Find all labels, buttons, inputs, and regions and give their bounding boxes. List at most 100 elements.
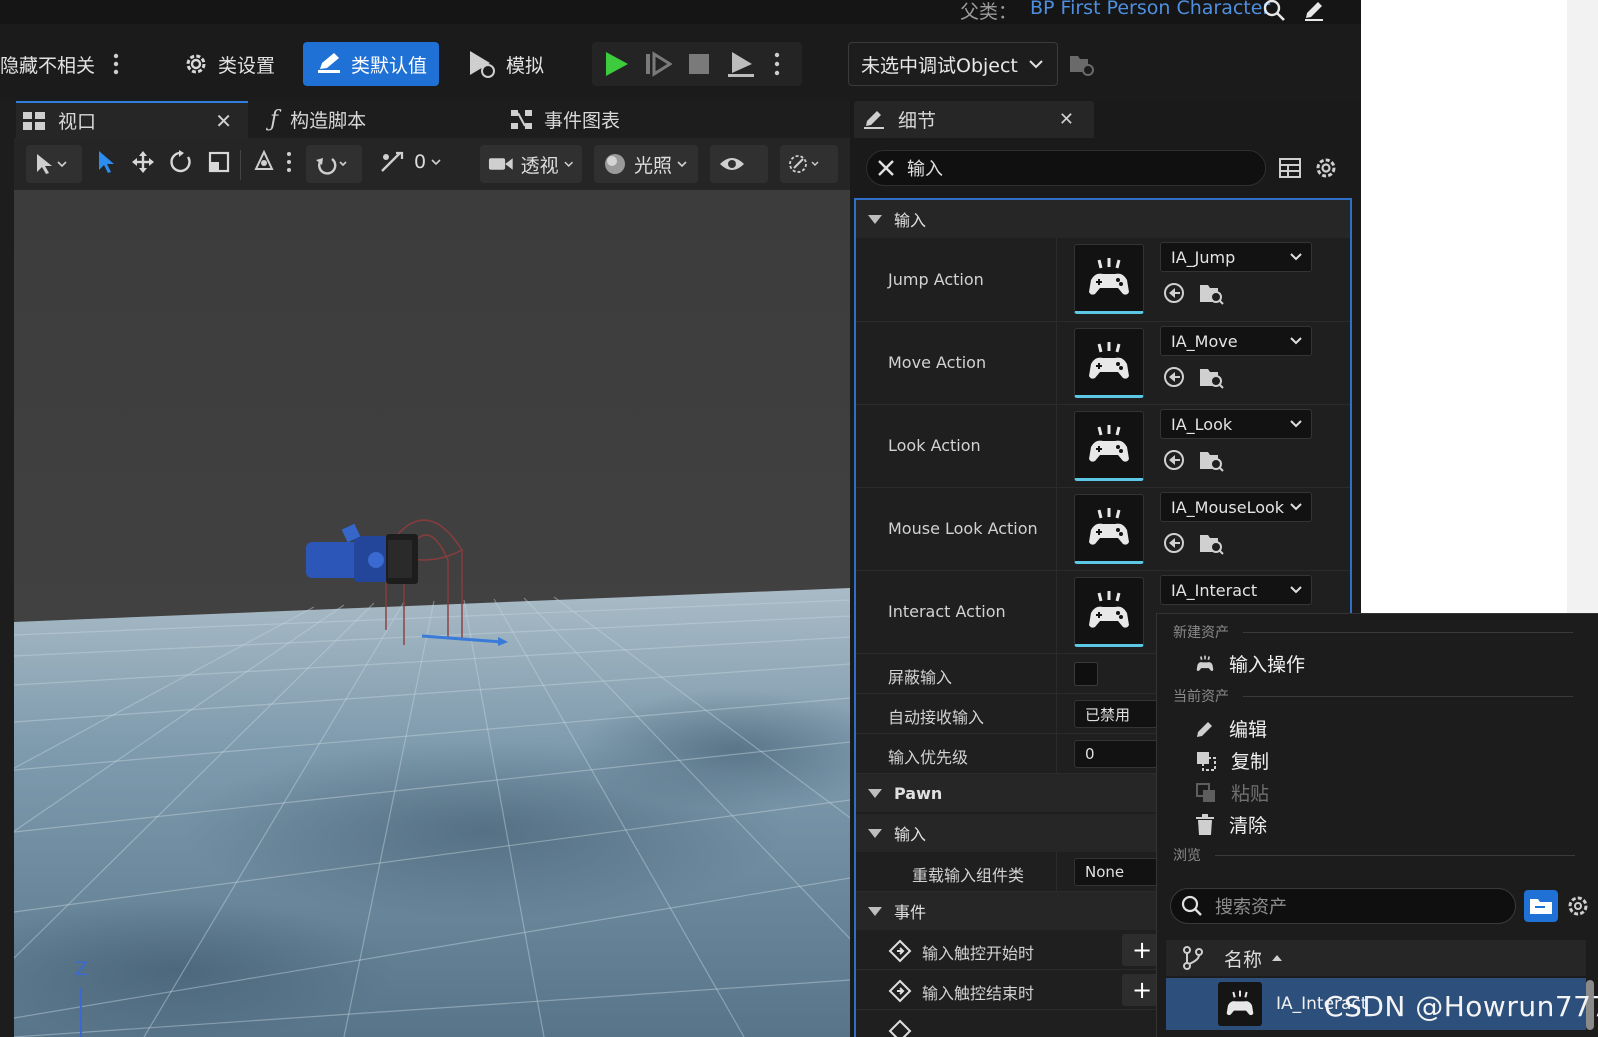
asset-picker-dropdown[interactable]: IA_Move (1160, 326, 1312, 356)
source-control-icon[interactable] (1182, 945, 1204, 971)
asset-picker-value: IA_Look (1171, 414, 1233, 434)
input-action-thumbnail[interactable] (1074, 328, 1144, 398)
block-input-checkbox[interactable] (1074, 662, 1098, 686)
browse-asset-icon[interactable] (1198, 364, 1224, 390)
tab-event-graph[interactable]: 事件图表 (510, 101, 620, 138)
simulate-button[interactable]: 模拟 (466, 42, 544, 86)
sort-ascending-icon (1272, 955, 1283, 961)
parent-class-label: 父类： (960, 1, 1018, 23)
clear-search-icon[interactable] (877, 159, 895, 177)
select-arrow-icon[interactable] (94, 148, 118, 176)
rotation-snap-dropdown[interactable] (306, 145, 362, 183)
section-input[interactable]: 输入 (856, 200, 1350, 238)
column-name-header[interactable]: 名称 (1224, 945, 1262, 972)
menu-item-clear[interactable]: 清除 (1195, 811, 1267, 838)
tab-construction-script[interactable]: ƒ 构造脚本 (270, 101, 366, 138)
edit-icon (1197, 721, 1212, 737)
show-flags-dropdown[interactable] (710, 145, 768, 183)
view-mode-dropdown[interactable]: 透视 (480, 145, 582, 183)
lighting-mode-dropdown[interactable]: 光照 (594, 145, 698, 183)
play-options-icon[interactable] (774, 52, 780, 76)
search-icon[interactable] (1262, 0, 1286, 22)
table-view-icon[interactable] (1278, 156, 1302, 180)
select-mode-dropdown[interactable] (26, 145, 82, 183)
hide-unrelated-button[interactable]: 隐藏不相关 (0, 42, 127, 86)
gear-icon (186, 54, 206, 74)
input-priority-field[interactable]: 0 (1074, 740, 1164, 768)
event-diamond-icon (888, 1019, 912, 1037)
z-axis-label: Z (75, 958, 89, 980)
viewport-3d-scene[interactable]: Z (14, 190, 850, 1037)
debug-browse-icon[interactable] (1068, 52, 1096, 78)
property-label: Interact Action (888, 602, 1006, 621)
scale-snap-value: 0 (414, 151, 427, 173)
menu-item-paste[interactable]: 粘贴 (1195, 779, 1269, 806)
input-action-thumbnail[interactable] (1074, 577, 1144, 647)
simulate-label: 模拟 (506, 54, 545, 77)
eject-icon[interactable] (726, 49, 756, 79)
auto-receive-input-dropdown[interactable]: 已禁用 (1074, 700, 1164, 728)
close-icon[interactable]: ✕ (215, 109, 232, 133)
menu-item-edit[interactable]: 编辑 (1195, 715, 1267, 742)
move-icon[interactable] (130, 149, 156, 175)
asset-picker-value: IA_MouseLook (1171, 497, 1285, 517)
tab-event-graph-label: 事件图表 (544, 110, 621, 132)
override-input-component-dropdown[interactable]: None (1074, 858, 1164, 886)
close-icon[interactable]: ✕ (1059, 109, 1074, 130)
settings-gear-icon[interactable] (1313, 155, 1339, 181)
section-input-label: 输入 (894, 211, 927, 230)
lighting-mode-label: 光照 (634, 154, 673, 177)
input-action-thumbnail[interactable] (1074, 411, 1144, 481)
input-action-thumbnail[interactable] (1074, 244, 1144, 314)
use-selected-asset-icon[interactable] (1162, 530, 1186, 556)
class-settings-button[interactable]: 类设置 (182, 42, 275, 86)
debug-object-dropdown[interactable]: 未选中调试Object (848, 42, 1058, 86)
use-selected-asset-icon[interactable] (1162, 447, 1186, 473)
chevron-down-icon (1029, 60, 1043, 69)
event-diamond-icon (888, 979, 912, 1003)
event-graph-icon (511, 109, 532, 129)
details-search-input[interactable]: 输入 (866, 150, 1266, 186)
chevron-down-icon (1290, 253, 1302, 261)
asset-picker-value: IA_Move (1171, 331, 1238, 351)
add-folder-button[interactable] (1524, 890, 1558, 922)
browse-asset-icon[interactable] (1198, 447, 1224, 473)
edit-pencil-icon[interactable] (1302, 0, 1326, 22)
input-action-thumbnail[interactable] (1074, 494, 1144, 564)
asset-picker-dropdown[interactable]: IA_Jump (1160, 242, 1312, 272)
step-icon[interactable] (644, 49, 672, 79)
stop-icon[interactable] (686, 49, 712, 79)
asset-picker-dropdown[interactable]: IA_Look (1160, 409, 1312, 439)
asset-picker-dropdown[interactable]: IA_MouseLook (1160, 492, 1312, 522)
gamepad-icon (1089, 342, 1129, 379)
menu-item-copy[interactable]: 复制 (1195, 747, 1269, 774)
rotate-icon[interactable] (168, 149, 194, 175)
camera-icon (488, 158, 513, 170)
use-selected-asset-icon[interactable] (1162, 280, 1186, 306)
asset-picker-value: IA_Jump (1171, 247, 1236, 267)
property-row-jump-action: Jump Action IA_Jump (856, 238, 1350, 322)
asset-search-input[interactable]: 搜索资产 (1170, 888, 1516, 924)
more-options-icon[interactable] (286, 151, 292, 173)
asset-picker-dropdown[interactable]: IA_Interact (1160, 575, 1312, 605)
class-defaults-button[interactable]: 类默认值 (303, 42, 440, 86)
property-label: Look Action (888, 436, 981, 455)
scale-snap-dropdown[interactable]: 0 (378, 149, 442, 175)
chevron-down-icon (563, 161, 573, 167)
surface-snapping-icon[interactable] (252, 149, 276, 175)
scale-icon[interactable] (206, 149, 232, 175)
tab-details[interactable]: 细节 ✕ (854, 101, 1094, 138)
property-label: Mouse Look Action (888, 519, 1038, 538)
play-icon[interactable] (602, 49, 630, 79)
more-options-icon (113, 53, 119, 75)
chevron-down-icon (431, 159, 441, 166)
parent-class-link[interactable]: BP First Person Character (1030, 0, 1270, 19)
view-options-gear-icon[interactable] (1566, 894, 1590, 918)
browse-asset-icon[interactable] (1198, 280, 1224, 306)
gamepad-icon (1089, 508, 1129, 545)
use-selected-asset-icon[interactable] (1162, 364, 1186, 390)
browse-asset-icon[interactable] (1198, 530, 1224, 556)
menu-item-input-action[interactable]: 输入操作 (1195, 650, 1305, 677)
tab-viewport[interactable]: 视口 ✕ (16, 101, 248, 138)
viewport-options-dropdown[interactable] (780, 145, 838, 183)
